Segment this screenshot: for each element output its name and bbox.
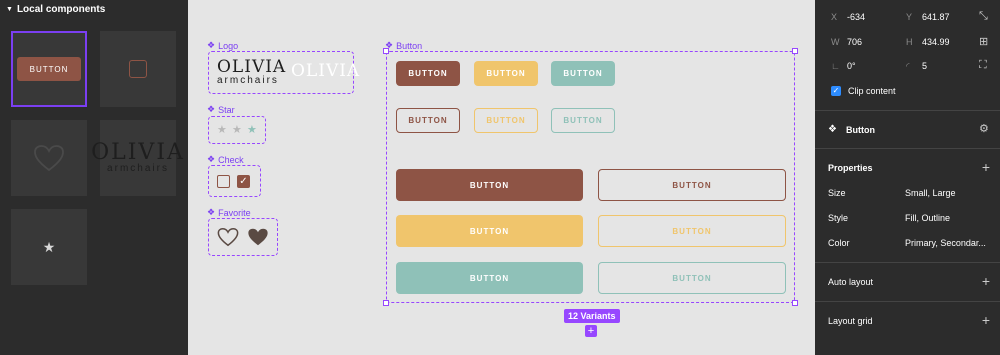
logo-preview-subtitle: armchairs	[107, 163, 169, 174]
button-large-outline-primary[interactable]: BUTTON	[598, 169, 786, 201]
logo-light[interactable]: OLIVIA	[291, 61, 360, 81]
divider	[815, 148, 1000, 149]
button-preview: BUTTON	[17, 57, 81, 81]
local-components-panel: ▼ Local components BUTTON OLIVIA armchai…	[0, 0, 188, 355]
star-icon: ★	[42, 238, 56, 255]
component-set-icon: ❖	[207, 40, 216, 50]
resize-handle[interactable]	[792, 300, 798, 306]
add-auto-layout-button[interactable]: +	[982, 274, 990, 288]
corner-radius-input[interactable]: 5	[922, 61, 927, 71]
w-label: W	[831, 37, 840, 47]
component-name: Button	[845, 124, 875, 135]
logo-component-set[interactable]: OLIVIA armchairs OLIVIA	[208, 51, 359, 94]
rotation-input[interactable]: 0°	[847, 61, 856, 71]
component-thumb-favorite[interactable]	[11, 120, 87, 196]
logo-frame-label[interactable]: ❖ Logo	[207, 40, 238, 51]
button-small-fill-primary[interactable]: BUTTON	[396, 61, 460, 86]
check-component-set[interactable]: ✓	[208, 165, 261, 197]
design-canvas[interactable]: ❖ Logo OLIVIA armchairs OLIVIA ❖ Star ★ …	[188, 0, 815, 355]
auto-layout-title: Auto layout	[828, 277, 874, 287]
clip-content-label: Clip content	[848, 86, 896, 96]
add-layout-grid-button[interactable]: +	[982, 313, 990, 327]
component-thumb-logo[interactable]: OLIVIA armchairs	[91, 120, 183, 196]
check-frame-label[interactable]: ❖ Check	[207, 154, 244, 165]
x-label: X	[831, 12, 838, 22]
clip-content-checkbox[interactable]: ✓ Clip content	[831, 86, 896, 96]
corner-radius-icon: ◜	[906, 61, 910, 71]
add-property-button[interactable]: +	[982, 160, 990, 174]
button-small-fill-tertiary[interactable]: BUTTON	[551, 61, 615, 86]
favorite-frame-label[interactable]: ❖ Favorite	[207, 207, 251, 218]
caret-down-icon: ▼	[6, 6, 13, 13]
w-input[interactable]: 706	[847, 37, 862, 47]
logo-preview: OLIVIA armchairs	[91, 142, 185, 174]
checkbox-unchecked[interactable]	[217, 175, 230, 188]
button-large-outline-tertiary[interactable]: BUTTON	[598, 262, 786, 294]
add-variant-button[interactable]: +	[585, 325, 597, 337]
button-large-fill-secondary[interactable]: BUTTON	[396, 215, 583, 247]
button-frame-label[interactable]: ❖ Button	[385, 40, 422, 51]
property-row[interactable]: Color	[828, 238, 850, 248]
local-components-title: Local components	[16, 4, 106, 15]
button-small-outline-tertiary[interactable]: BUTTON	[551, 108, 615, 133]
y-label: Y	[906, 12, 913, 22]
local-components-header[interactable]: ▼ Local components	[6, 4, 105, 15]
star-icon[interactable]: ★	[217, 123, 227, 136]
logo-dark-title: OLIVIA	[217, 57, 287, 77]
resize-handle[interactable]	[383, 48, 389, 54]
x-input[interactable]: -634	[847, 12, 865, 22]
property-value[interactable]: Fill, Outline	[905, 213, 950, 223]
resize-handle[interactable]	[383, 300, 389, 306]
collapse-icon[interactable]: ⤡	[979, 10, 988, 23]
component-set-icon: ❖	[207, 104, 216, 114]
component-settings-icon[interactable]: ⚙	[979, 122, 989, 135]
component-thumb-star[interactable]: ★	[11, 209, 87, 285]
logo-preview-title: OLIVIA	[91, 140, 185, 165]
button-small-outline-secondary[interactable]: BUTTON	[474, 108, 538, 133]
y-input[interactable]: 641.87	[922, 12, 950, 22]
component-set-icon: ❖	[207, 207, 216, 217]
button-small-outline-primary[interactable]: BUTTON	[396, 108, 460, 133]
logo-dark-subtitle: armchairs	[217, 75, 279, 86]
property-row[interactable]: Style	[828, 213, 848, 223]
component-set-icon: ❖	[828, 124, 837, 135]
property-value[interactable]: Primary, Secondar...	[905, 238, 986, 248]
component-set-icon: ❖	[207, 154, 216, 164]
property-value[interactable]: Small, Large	[905, 188, 956, 198]
logo-dark[interactable]: OLIVIA armchairs	[217, 59, 286, 86]
checkbox-checked-icon: ✓	[831, 86, 841, 96]
resize-handle[interactable]	[792, 48, 798, 54]
button-large-fill-tertiary[interactable]: BUTTON	[396, 262, 583, 294]
heart-filled-icon[interactable]	[247, 227, 269, 247]
button-small-fill-secondary[interactable]: BUTTON	[474, 61, 538, 86]
divider	[815, 262, 1000, 263]
variants-badge[interactable]: 12 Variants	[564, 309, 620, 323]
favorite-component-set[interactable]	[208, 218, 278, 256]
component-header[interactable]: ❖ Button	[828, 124, 875, 135]
button-large-fill-primary[interactable]: BUTTON	[396, 169, 583, 201]
checkbox-icon	[129, 60, 147, 78]
component-thumb-button[interactable]: BUTTON	[11, 31, 87, 107]
divider	[815, 301, 1000, 302]
divider	[815, 110, 1000, 111]
checkbox-checked[interactable]: ✓	[237, 175, 250, 188]
star-icon[interactable]: ★	[232, 123, 242, 136]
star-component-set[interactable]: ★ ★ ★	[208, 116, 266, 144]
button-large-outline-secondary[interactable]: BUTTON	[598, 215, 786, 247]
independent-corners-icon[interactable]: ⛶	[979, 59, 987, 72]
rotation-icon: ∟	[831, 61, 840, 71]
heart-outline-icon[interactable]	[217, 227, 239, 247]
properties-title: Properties	[828, 163, 873, 173]
layout-grid-title: Layout grid	[828, 316, 873, 326]
star-icon[interactable]: ★	[247, 123, 257, 136]
star-frame-label[interactable]: ❖ Star	[207, 104, 235, 115]
constrain-proportions-icon[interactable]: ⊞	[979, 35, 988, 48]
component-thumb-check[interactable]	[100, 31, 176, 107]
heart-icon	[34, 145, 64, 172]
h-input[interactable]: 434.99	[922, 37, 950, 47]
properties-panel: X -634 Y 641.87 ⤡ W 706 H 434.99 ⊞ ∟ 0° …	[815, 0, 1000, 355]
h-label: H	[906, 37, 913, 47]
property-row[interactable]: Size	[828, 188, 846, 198]
